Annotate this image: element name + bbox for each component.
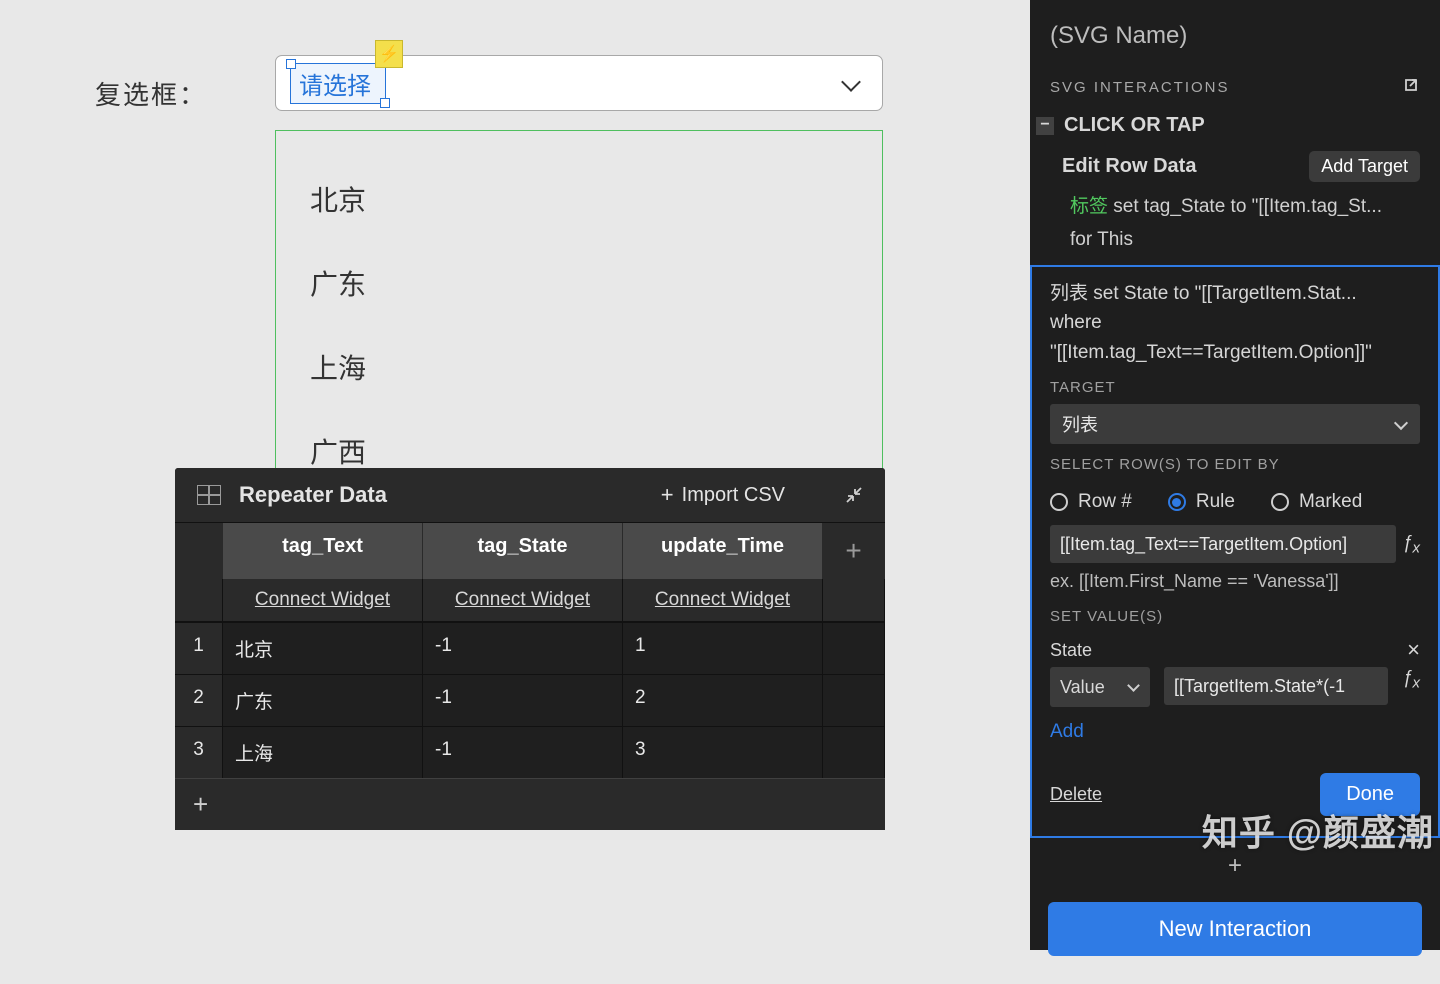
column-header[interactable]: tag_State bbox=[423, 523, 623, 579]
add-column-button[interactable]: + bbox=[823, 523, 885, 579]
add-row-button[interactable]: + bbox=[175, 778, 885, 830]
new-interaction-button[interactable]: New Interaction bbox=[1048, 902, 1422, 956]
options-panel[interactable]: 北京 广东 上海 广西 bbox=[275, 130, 883, 520]
fx-icon[interactable]: ƒx bbox=[1402, 532, 1420, 557]
row-number: 1 bbox=[175, 622, 223, 674]
radio-row-number[interactable]: Row # bbox=[1050, 491, 1132, 513]
interactions-inspector[interactable]: (SVG Name) SVG INTERACTIONS − CLICK OR T… bbox=[1030, 0, 1440, 950]
target-label: TARGET bbox=[1050, 379, 1420, 396]
dropdown-placeholder-widget[interactable]: 请选择 ⚡ bbox=[290, 63, 386, 104]
connect-widget-link[interactable]: Connect Widget bbox=[623, 579, 823, 622]
action-title[interactable]: Edit Row Data bbox=[1062, 155, 1196, 178]
cell[interactable]: 广东 bbox=[223, 674, 423, 726]
cell-blank bbox=[823, 726, 885, 778]
event-name[interactable]: CLICK OR TAP bbox=[1064, 114, 1205, 137]
select-rows-label: SELECT ROW(S) TO EDIT BY bbox=[1050, 456, 1420, 473]
cell[interactable]: 北京 bbox=[223, 622, 423, 674]
row-number: 2 bbox=[175, 674, 223, 726]
action-description[interactable]: 标签 set tag_State to "[[Item.tag_St... bbox=[1030, 190, 1440, 223]
cell[interactable]: 3 bbox=[623, 726, 823, 778]
lightning-icon: ⚡ bbox=[375, 40, 403, 68]
value-expression-input[interactable]: [[TargetItem.State*(-1 bbox=[1164, 667, 1388, 705]
svg-name-label: (SVG Name) bbox=[1030, 22, 1440, 50]
cell[interactable]: -1 bbox=[423, 726, 623, 778]
design-canvas[interactable]: 复选框： 请选择 ⚡ 北京 广东 上海 广西 Repeater Data + I… bbox=[0, 0, 1030, 950]
dropdown-input[interactable]: 请选择 ⚡ bbox=[275, 55, 883, 111]
import-csv-button[interactable]: + Import CSV bbox=[661, 484, 785, 507]
column-header[interactable]: update_Time bbox=[623, 523, 823, 579]
value-type-select[interactable]: Value bbox=[1050, 667, 1150, 707]
action-description: for This bbox=[1030, 223, 1440, 256]
done-button[interactable]: Done bbox=[1320, 773, 1420, 816]
cell[interactable]: 1 bbox=[623, 622, 823, 674]
repeater-title: Repeater Data bbox=[239, 482, 387, 508]
rule-expression-input[interactable]: [[Item.tag_Text==TargetItem.Option] bbox=[1050, 525, 1396, 563]
radio-rule[interactable]: Rule bbox=[1168, 491, 1235, 513]
delete-link[interactable]: Delete bbox=[1050, 784, 1102, 805]
cell-blank bbox=[823, 674, 885, 726]
collapse-toggle[interactable]: − bbox=[1036, 117, 1054, 135]
radio-marked[interactable]: Marked bbox=[1271, 491, 1362, 513]
repeater-data-panel[interactable]: Repeater Data + Import CSV tag_Text tag_… bbox=[175, 468, 885, 830]
blank bbox=[823, 579, 885, 622]
chevron-down-icon bbox=[1128, 681, 1140, 693]
cell[interactable]: -1 bbox=[423, 622, 623, 674]
checkbox-field-label: 复选框： bbox=[95, 55, 275, 112]
chevron-down-icon bbox=[1394, 417, 1408, 431]
cell[interactable]: 2 bbox=[623, 674, 823, 726]
blank bbox=[175, 579, 223, 622]
action-editor[interactable]: 列表 set State to "[[TargetItem.Stat... wh… bbox=[1030, 265, 1440, 838]
add-target-button[interactable]: Add Target bbox=[1309, 151, 1420, 182]
cell[interactable]: -1 bbox=[423, 674, 623, 726]
add-case-button[interactable]: + bbox=[1030, 838, 1440, 886]
set-values-field: State bbox=[1050, 640, 1092, 661]
connect-widget-link[interactable]: Connect Widget bbox=[223, 579, 423, 622]
connect-widget-link[interactable]: Connect Widget bbox=[423, 579, 623, 622]
cell[interactable]: 上海 bbox=[223, 726, 423, 778]
option-item[interactable]: 北京 bbox=[276, 157, 882, 241]
collapse-icon[interactable] bbox=[845, 486, 863, 504]
popout-icon[interactable] bbox=[1402, 76, 1420, 98]
table-icon bbox=[197, 485, 221, 505]
cell-blank bbox=[823, 622, 885, 674]
column-header[interactable]: tag_Text bbox=[223, 523, 423, 579]
target-select[interactable]: 列表 bbox=[1050, 404, 1420, 444]
rule-hint: ex. [[Item.First_Name == 'Vanessa']] bbox=[1050, 563, 1420, 596]
set-values-label: SET VALUE(S) bbox=[1050, 608, 1420, 625]
table-corner bbox=[175, 523, 223, 579]
row-number: 3 bbox=[175, 726, 223, 778]
close-icon[interactable]: × bbox=[1407, 637, 1420, 663]
fx-icon[interactable]: ƒx bbox=[1402, 667, 1420, 707]
add-value-link[interactable]: Add bbox=[1050, 721, 1084, 743]
option-item[interactable]: 广东 bbox=[276, 241, 882, 325]
option-item[interactable]: 上海 bbox=[276, 325, 882, 409]
plus-icon: + bbox=[661, 484, 674, 506]
action-summary: 列表 set State to "[[TargetItem.Stat... wh… bbox=[1050, 279, 1420, 367]
section-header: SVG INTERACTIONS bbox=[1050, 79, 1230, 96]
chevron-down-icon[interactable] bbox=[840, 72, 862, 94]
